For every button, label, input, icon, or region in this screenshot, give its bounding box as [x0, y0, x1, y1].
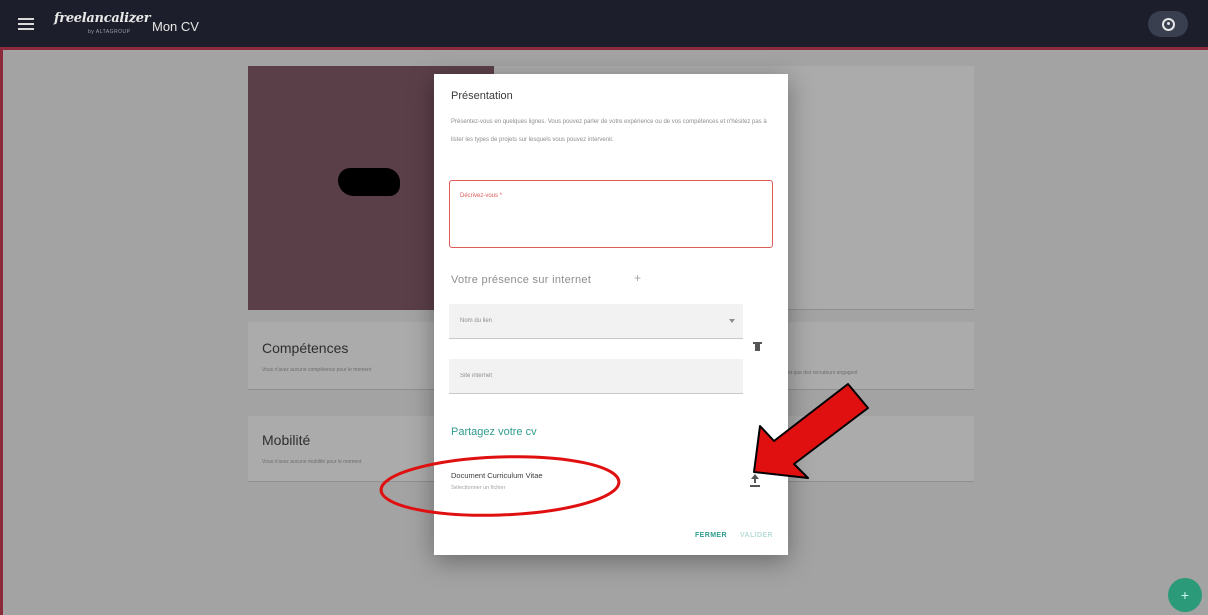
about-label: Décrivez-vous * [460, 193, 503, 199]
mobility-text: Vous n'avez aucune mobilité pour le mome… [262, 459, 362, 465]
menu-icon[interactable] [18, 16, 34, 32]
page-border [0, 50, 3, 615]
brand-logo-subtext: by ALTAGROUP [88, 29, 131, 35]
page-title: Mon CV [152, 19, 199, 34]
skills-text-right: et que des recruteurs engagent [788, 370, 858, 376]
share-cv-title: Partagez votre cv [451, 426, 537, 438]
plus-icon: + [1180, 587, 1190, 603]
link-type-label: Nom du lien [460, 318, 493, 324]
account-icon [1161, 17, 1175, 31]
validate-button[interactable]: VALIDER [740, 532, 773, 539]
account-button[interactable] [1148, 11, 1188, 37]
skills-title: Compétences [262, 340, 349, 356]
link-type-select[interactable]: Nom du lien [449, 304, 743, 339]
website-field[interactable] [449, 359, 743, 394]
upload-icon[interactable] [750, 474, 760, 488]
cv-document-title: Document Curriculum Vitae [451, 471, 543, 480]
website-input[interactable] [449, 359, 743, 393]
trash-icon[interactable] [753, 342, 762, 351]
add-fab-button[interactable]: + [1168, 578, 1202, 612]
dialog-title: Présentation [451, 90, 513, 102]
plus-icon[interactable]: + [634, 272, 646, 284]
top-app-bar: freelancalizer by ALTAGROUP Mon CV [0, 0, 1208, 50]
internet-presence-title: Votre présence sur internet [451, 274, 592, 286]
redaction-mark [338, 168, 400, 196]
chevron-down-icon [729, 319, 735, 323]
dialog-description: Présentez-vous en quelques lignes. Vous … [451, 119, 767, 143]
brand-logo[interactable]: freelancalizer [54, 11, 151, 26]
cv-document-hint: Sélectionner un fichier [451, 485, 506, 491]
mobility-title: Mobilité [262, 432, 311, 448]
skills-text: Vous n'avez aucune compétence pour le mo… [262, 367, 372, 373]
about-textarea[interactable]: Décrivez-vous * [449, 180, 773, 248]
presentation-dialog: Présentation Présentez-vous en quelques … [434, 74, 788, 555]
close-button[interactable]: FERMER [695, 532, 727, 539]
